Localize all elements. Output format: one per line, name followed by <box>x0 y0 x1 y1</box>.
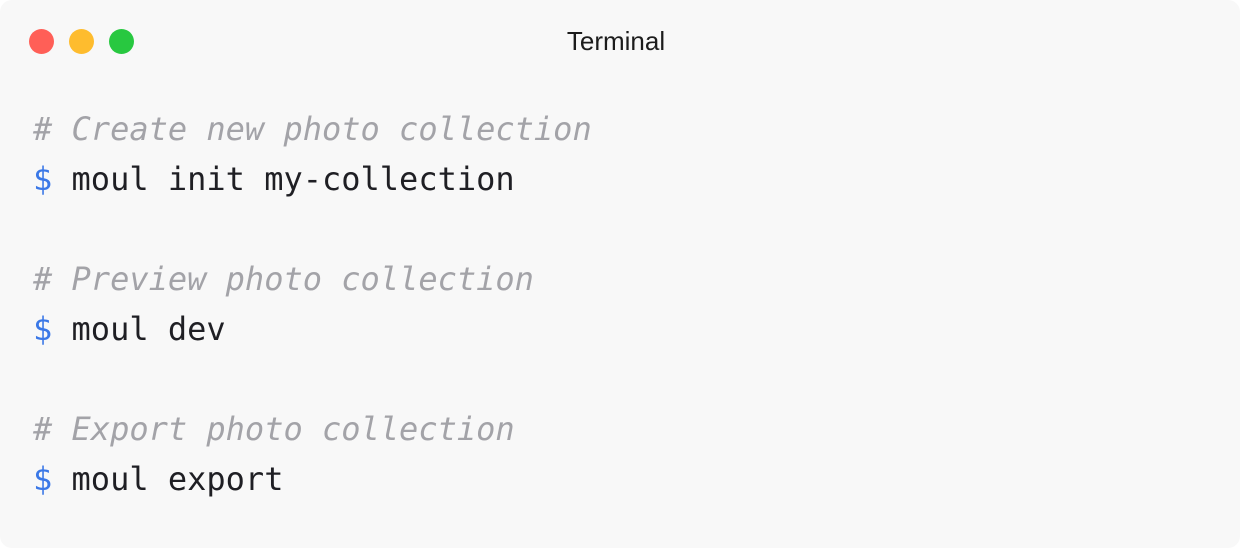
command-block: # Preview photo collection $ moul dev <box>33 254 1213 404</box>
command-text: moul export <box>71 460 284 498</box>
window-title: Terminal <box>566 26 666 56</box>
command-text: moul dev <box>71 310 226 348</box>
prompt-symbol: $ <box>33 460 53 498</box>
title-bar[interactable]: Terminal <box>0 0 1240 84</box>
comment-line: # Create new photo collection <box>33 110 592 148</box>
command-line: $ moul dev <box>33 304 1213 354</box>
command-line: $ moul export <box>33 454 1213 504</box>
prompt-symbol: $ <box>33 160 53 198</box>
command-block: # Export photo collection $ moul export <box>33 404 1213 554</box>
terminal-window: Terminal # Create new photo collection $… <box>0 0 1240 548</box>
command-line: $ moul init my-collection <box>33 154 1213 204</box>
command-text: moul init my-collection <box>71 160 515 198</box>
comment-line: # Export photo collection <box>33 410 515 448</box>
comment-line: # Preview photo collection <box>33 260 534 298</box>
prompt-symbol: $ <box>33 310 53 348</box>
command-block: # Create new photo collection $ moul ini… <box>33 104 1213 254</box>
terminal-output[interactable]: # Create new photo collection $ moul ini… <box>33 104 1213 554</box>
